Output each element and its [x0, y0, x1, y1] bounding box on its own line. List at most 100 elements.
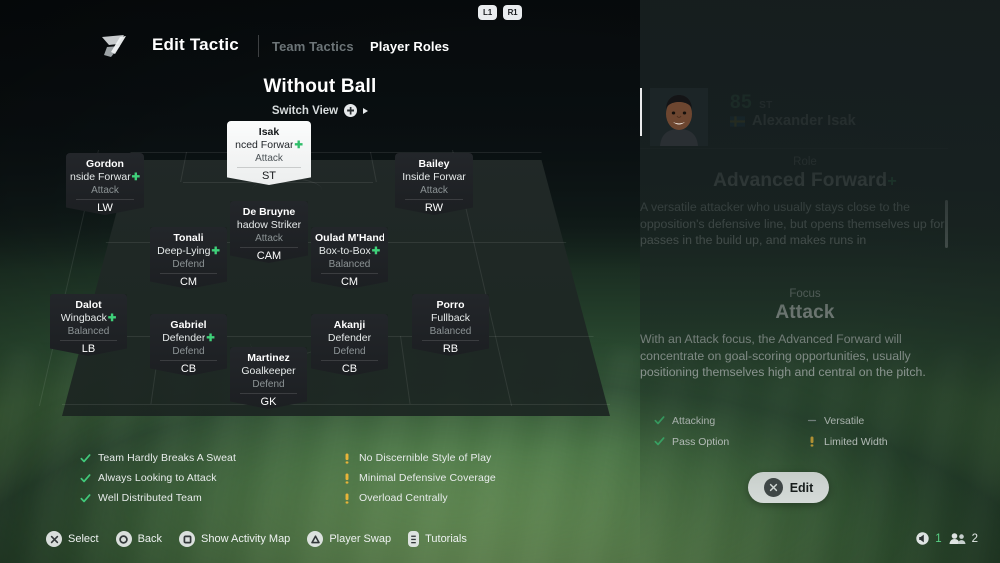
player-card-role: Box-to-Box [318, 245, 371, 257]
role-plus-icon: ✚ [294, 140, 303, 151]
switch-view-button[interactable]: Switch View [272, 104, 369, 117]
formation-pitch: Isak nced Forwar ✚ Attack ST Gordon nside Forw… [0, 121, 640, 420]
player-card-name: Gordon [86, 158, 124, 170]
player-card-de-bruyne[interactable]: De Bruyne hadow Striker Attack CAM [230, 201, 308, 263]
player-card-name: Martinez [247, 352, 290, 364]
nav-divider [258, 35, 259, 57]
analysis-item: Always Looking to Attack [80, 468, 236, 488]
analysis-item: Well Distributed Team [80, 488, 236, 508]
player-portrait-icon [650, 88, 708, 146]
prompt-tutorials[interactable]: Tutorials [408, 531, 467, 547]
triangle-button-icon[interactable] [307, 531, 324, 547]
warning-icon [345, 473, 349, 484]
pitch-box-line [400, 336, 411, 404]
player-card-divider [76, 199, 134, 200]
pitch-box-line [180, 152, 187, 182]
player-card-name: Dalot [75, 299, 102, 311]
player-card-role-row: nced Forwar ✚ [231, 139, 307, 152]
player-card-role-row: Goalkeeper [234, 365, 303, 378]
warning-icon [345, 493, 349, 504]
button-prompt-bar: Select Back Show Activity Map Player Swap Tu… [46, 531, 467, 547]
shoulder-button-group: L1 R1 [478, 5, 522, 20]
player-card-focus: Defend [252, 379, 285, 390]
player-card-divider [422, 340, 479, 341]
options-button-icon[interactable] [408, 531, 420, 547]
analysis-item: No Discernible Style of Play [342, 448, 496, 468]
analysis-warnings: No Discernible Style of Play Minimal Defe… [342, 448, 496, 508]
warning-icon [345, 453, 349, 464]
prompt-select[interactable]: Select [46, 531, 99, 547]
r1-bumper-icon[interactable]: R1 [503, 5, 522, 20]
role-plus-icon: ✚ [211, 246, 220, 257]
analysis-positives: Team Hardly Breaks A Sweat Always Looking… [80, 448, 236, 508]
player-card-name: Gabriel [170, 319, 207, 331]
check-icon [80, 493, 91, 502]
player-card-name: Porro [436, 299, 465, 311]
player-card-role: Goalkeeper [241, 365, 296, 377]
analysis-text: Minimal Defensive Coverage [359, 472, 496, 484]
player-card-role-row: Box-to-Box ✚ [315, 245, 384, 258]
player-card-dalot[interactable]: Dalot Wingback ✚ Balanced LB [50, 294, 127, 356]
player-card-role-row: Defender [315, 332, 384, 345]
prompt-label: Back [137, 533, 163, 545]
cross-button-icon[interactable] [46, 531, 62, 547]
player-card-isak[interactable]: Isak nced Forwar ✚ Attack ST [227, 121, 311, 185]
player-card-focus: Defend [172, 259, 205, 270]
tab-team-tactics[interactable]: Team Tactics [272, 39, 354, 54]
tactics-screen: L1 R1 Edit Tactic Team Tactics Player Ro… [0, 0, 1000, 563]
player-card-name: Bailey [418, 158, 450, 170]
player-card-gabriel[interactable]: Gabriel Defender ✚ Defend CB [150, 314, 227, 376]
l1-bumper-icon[interactable]: L1 [478, 5, 497, 20]
player-card-akanji[interactable]: Akanji Defender Defend CB [311, 314, 388, 376]
page-title: Edit Tactic [152, 35, 239, 54]
analysis-item: Team Hardly Breaks A Sweat [80, 448, 236, 468]
player-card-focus: Attack [255, 153, 283, 164]
analysis-text: Team Hardly Breaks A Sweat [98, 452, 236, 464]
player-card-divider [321, 360, 378, 361]
prompt-player-swap[interactable]: Player Swap [307, 531, 391, 547]
player-card-focus: Defend [333, 346, 366, 357]
player-card-porro[interactable]: Porro Fullback Balanced RB [412, 294, 489, 356]
player-card-role-row: Inside Forwar [399, 171, 469, 184]
check-icon [80, 453, 91, 462]
player-card-focus: Attack [420, 185, 448, 196]
player-card-role-row: nside Forwar ✚ [70, 171, 140, 184]
pitch-goal-line [62, 404, 610, 405]
player-card-focus: Attack [91, 185, 119, 196]
panel-accent-bar [640, 88, 642, 136]
player-card-name: Akanji [333, 319, 366, 331]
player-card-gordon[interactable]: Gordon nside Forwar ✚ Attack LW [66, 153, 144, 215]
player-card-focus: Balanced [328, 259, 371, 270]
prompt-back[interactable]: Back [115, 531, 163, 547]
player-card-role: hadow Striker [236, 219, 302, 231]
phase-header: Without Ball Switch View [0, 76, 640, 119]
top-navigation-bar: L1 R1 Edit Tactic Team Tactics Player Ro… [0, 0, 1000, 72]
arrow-right-icon [363, 107, 369, 114]
circle-button-icon[interactable] [115, 531, 132, 547]
player-card-role-row: Fullback [416, 312, 485, 325]
player-card-martinez[interactable]: Martinez Goalkeeper Defend GK [230, 347, 307, 409]
player-card-focus: Balanced [67, 326, 110, 337]
square-button-icon[interactable] [179, 531, 196, 547]
analysis-item: Overload Centrally [342, 488, 496, 508]
prompt-label: Tutorials [425, 533, 467, 545]
player-card-tonali[interactable]: Tonali Deep-Lying ✚ Defend CM [150, 227, 227, 289]
player-card-role: Defender [162, 332, 206, 344]
player-card-name: Oulad M'Hand [315, 232, 384, 244]
player-card-divider [240, 247, 298, 248]
pitch-line [130, 152, 542, 153]
player-card-divider [405, 199, 463, 200]
check-icon [80, 473, 91, 482]
prompt-show-activity-map[interactable]: Show Activity Map [179, 531, 290, 547]
player-card-bailey[interactable]: Bailey Inside Forwar Attack RW [395, 153, 473, 215]
tab-player-roles[interactable]: Player Roles [370, 39, 449, 54]
player-card-name: Isak [258, 126, 280, 138]
role-plus-icon: ✚ [131, 172, 140, 183]
player-card-divider [321, 273, 378, 274]
pitch-box-line [370, 152, 377, 182]
player-card-divider [237, 167, 301, 168]
player-card-role: nced Forwar [235, 139, 294, 151]
ea-fc-logo-icon [98, 33, 130, 59]
player-card-oulad-m-hand[interactable]: Oulad M'Hand Box-to-Box ✚ Balanced CM [311, 227, 388, 289]
player-card-name: Tonali [173, 232, 204, 244]
